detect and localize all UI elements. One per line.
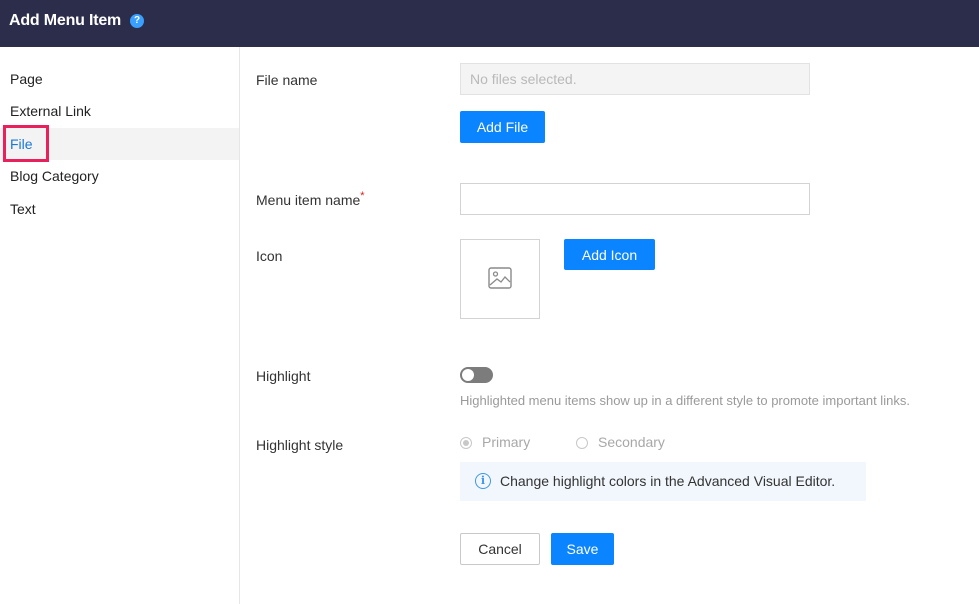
required-marker: *: [360, 190, 365, 202]
info-text: Change highlight colors in the Advanced …: [500, 473, 836, 489]
toggle-knob: [462, 369, 474, 381]
help-icon[interactable]: ?: [130, 14, 144, 28]
menu-item-name-label: Menu item name*: [256, 190, 365, 208]
sidebar-item-page[interactable]: Page: [0, 63, 239, 95]
radio-primary-label: Primary: [482, 434, 531, 450]
sidebar-item-file[interactable]: File: [0, 128, 239, 160]
menu-item-name-input[interactable]: [460, 183, 810, 215]
save-button[interactable]: Save: [551, 533, 614, 565]
sidebar-item-text[interactable]: Text: [0, 193, 239, 225]
radio-primary-circle: [460, 437, 472, 449]
icon-preview-box[interactable]: [460, 239, 540, 319]
sidebar-item-blog-category[interactable]: Blog Category: [0, 160, 239, 192]
header-bar: Add Menu Item ?: [0, 0, 979, 47]
radio-secondary-label: Secondary: [598, 434, 665, 450]
add-file-button[interactable]: Add File: [460, 111, 545, 143]
menu-item-name-label-text: Menu item name: [256, 192, 361, 208]
image-icon: [488, 267, 512, 289]
sidebar: Page External Link File Blog Category Te…: [0, 47, 240, 604]
page-title: Add Menu Item: [9, 12, 122, 29]
info-icon: i: [475, 473, 491, 489]
cancel-button[interactable]: Cancel: [460, 533, 540, 565]
sidebar-item-external-link[interactable]: External Link: [0, 95, 239, 127]
info-box: i Change highlight colors in the Advance…: [460, 462, 866, 501]
highlight-label: Highlight: [256, 368, 311, 384]
highlight-toggle[interactable]: [460, 367, 493, 383]
file-name-label: File name: [256, 72, 318, 88]
highlight-help-text: Highlighted menu items show up in a diff…: [460, 393, 910, 408]
add-icon-button[interactable]: Add Icon: [564, 239, 655, 270]
icon-label: Icon: [256, 248, 283, 264]
highlight-style-label: Highlight style: [256, 437, 344, 453]
radio-secondary-circle: [576, 437, 588, 449]
file-name-display: No files selected.: [460, 63, 810, 95]
